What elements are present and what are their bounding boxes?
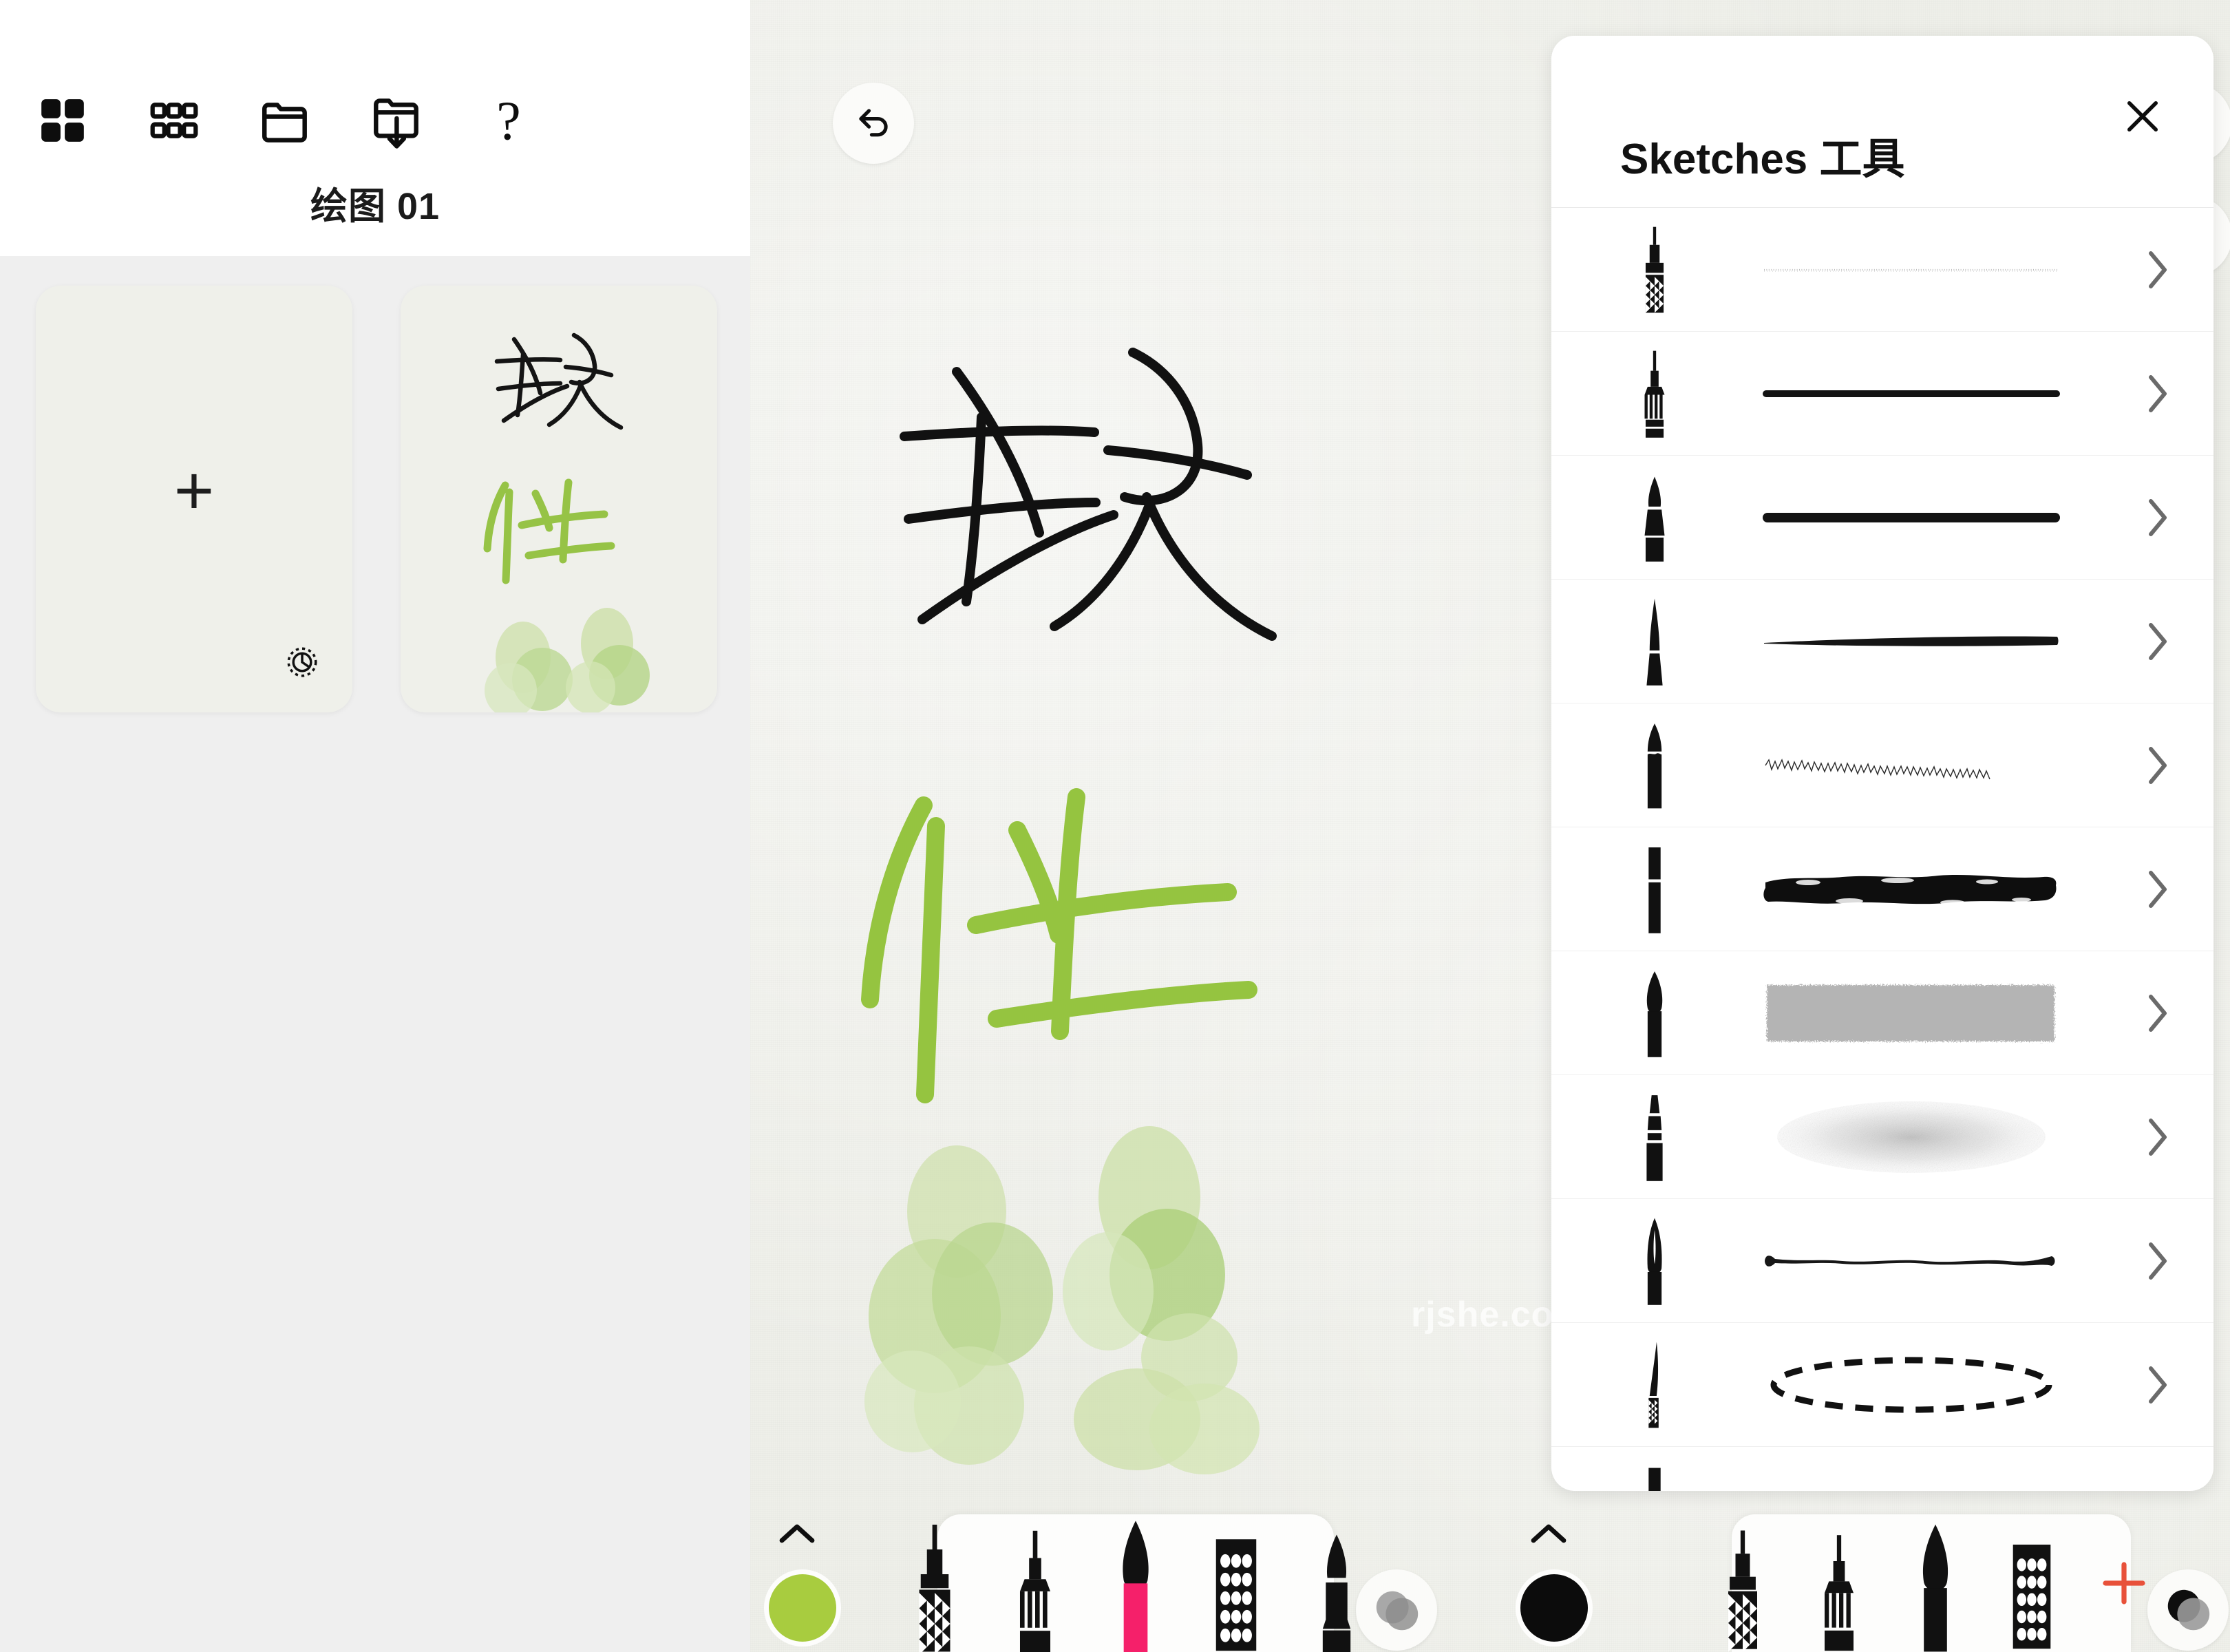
right-dock-color-swatch[interactable]: [1516, 1569, 1593, 1646]
knife-crosshatch-icon: [1613, 1333, 1696, 1437]
right-tool-dock: [1728, 1514, 2145, 1652]
tool-eraser[interactable]: [2003, 1538, 2061, 1652]
gallery-grid: +: [36, 286, 717, 712]
brush-row[interactable]: [1551, 1199, 2213, 1323]
folder-icon[interactable]: [257, 92, 314, 149]
chevron-right-icon[interactable]: [2127, 1115, 2189, 1159]
gallery-toolbar: ?: [34, 83, 537, 158]
brush-preview-faint-dotted-line: [1696, 256, 2127, 284]
tool-panel-header: Sketches 工具: [1551, 36, 2213, 208]
tool-brush[interactable]: [1105, 1518, 1167, 1652]
new-sketch-thumbnail[interactable]: +: [36, 286, 352, 712]
pen-fine-icon: [1613, 342, 1696, 445]
page-title: 绘图 01: [310, 186, 440, 227]
brush-row[interactable]: [1551, 951, 2213, 1075]
chevron-right-icon[interactable]: [2127, 372, 2189, 416]
pencil-crosshatch-icon: [1613, 218, 1696, 321]
tool-highlighter[interactable]: [1306, 1532, 1368, 1652]
sketches-tool-panel: Sketches 工具: [1551, 36, 2213, 1491]
grid-9-icon[interactable]: [146, 92, 202, 149]
opacity-circles-icon: [2167, 1589, 2210, 1631]
grid-4-icon[interactable]: [34, 92, 91, 149]
brush-row[interactable]: [1551, 332, 2213, 456]
undo-button[interactable]: [833, 83, 914, 164]
brush-row[interactable]: [1551, 1075, 2213, 1199]
left-dock-opacity-button[interactable]: [1356, 1569, 1437, 1651]
brush-preview-grey-wash-block: [1696, 975, 2127, 1051]
nib-taper-icon: [1613, 590, 1696, 693]
add-tool-button[interactable]: [2099, 1514, 2149, 1652]
chevron-right-icon[interactable]: [2127, 620, 2189, 664]
brush-preview-solid-thin-bar: [1696, 380, 2127, 407]
brush-preview-rough-dry-stroke: [1696, 750, 2127, 781]
tool-marker[interactable]: [1810, 1528, 1868, 1652]
tool-eraser[interactable]: [1205, 1535, 1267, 1652]
brush-preview-nib-taper-line: [1696, 1244, 2127, 1278]
brush-row[interactable]: [1551, 456, 2213, 580]
left-dock-color-swatch[interactable]: [764, 1569, 841, 1646]
tool-pencil[interactable]: [1714, 1525, 1772, 1652]
gallery-header: ? 绘图 01: [0, 0, 750, 256]
flat-brush-icon: [1613, 838, 1696, 941]
brush-row[interactable]: [1551, 1447, 2213, 1491]
brush-row[interactable]: [1551, 580, 2213, 703]
chisel-icon: [1613, 714, 1696, 817]
chevron-up-icon: [1531, 1524, 1567, 1543]
chevron-right-icon[interactable]: [2127, 496, 2189, 540]
chevron-right-icon[interactable]: [2127, 1239, 2189, 1283]
tool-panel-title: Sketches 工具: [1620, 136, 1905, 183]
chevron-right-icon[interactable]: [2127, 1363, 2189, 1407]
brush-preview-soft-spray-cloud: [1696, 1096, 2127, 1178]
help-icon[interactable]: ?: [480, 92, 537, 149]
tool-pencil[interactable]: [904, 1521, 966, 1652]
brush-row[interactable]: [1551, 1323, 2213, 1447]
chevron-up-icon: [779, 1524, 815, 1543]
brush-preview-dashed-ellipse: [1696, 1351, 2127, 1419]
folder-import-icon[interactable]: [369, 92, 425, 149]
brush-row[interactable]: [1551, 703, 2213, 827]
chevron-right-icon[interactable]: [2127, 248, 2189, 292]
opacity-circles-icon: [1376, 1591, 1419, 1631]
brush-list[interactable]: [1551, 208, 2213, 1491]
settings-gear-icon[interactable]: [281, 641, 323, 684]
fountain-nib-icon: [1613, 1209, 1696, 1313]
left-tool-dock: [919, 1514, 1351, 1652]
add-sketch-plus[interactable]: +: [174, 456, 214, 525]
chevron-right-icon[interactable]: [2127, 867, 2189, 911]
brush-preview-solid-thick-bar: [1696, 504, 2127, 531]
svg-text:?: ?: [496, 93, 521, 148]
airbrush-icon: [1613, 1086, 1696, 1189]
gallery-panel: ? 绘图 01 +: [0, 0, 750, 1652]
flat-brush-icon: [1613, 1457, 1696, 1491]
sketch-thumbnail[interactable]: [401, 286, 717, 712]
brush-row[interactable]: [1551, 208, 2213, 332]
tool-marker[interactable]: [1004, 1525, 1066, 1652]
brush-preview-heavy-paint-stroke: [1696, 869, 2127, 910]
left-dock-collapse-button[interactable]: [776, 1521, 818, 1546]
marker-icon: [1613, 466, 1696, 569]
chevron-right-icon[interactable]: [2127, 991, 2189, 1035]
thumbnail-artwork: [483, 332, 650, 712]
plus-icon: [2103, 1562, 2145, 1605]
round-brush-icon: [1613, 962, 1696, 1065]
brush-row[interactable]: [1551, 827, 2213, 951]
brush-preview-tapered-stroke: [1696, 628, 2127, 655]
right-dock-opacity-button[interactable]: [2147, 1569, 2229, 1651]
close-icon[interactable]: [2120, 94, 2165, 139]
tool-brush[interactable]: [1907, 1521, 1964, 1652]
right-dock-collapse-button[interactable]: [1528, 1521, 1569, 1546]
chevron-right-icon[interactable]: [2127, 743, 2189, 787]
undo-icon: [859, 109, 888, 137]
